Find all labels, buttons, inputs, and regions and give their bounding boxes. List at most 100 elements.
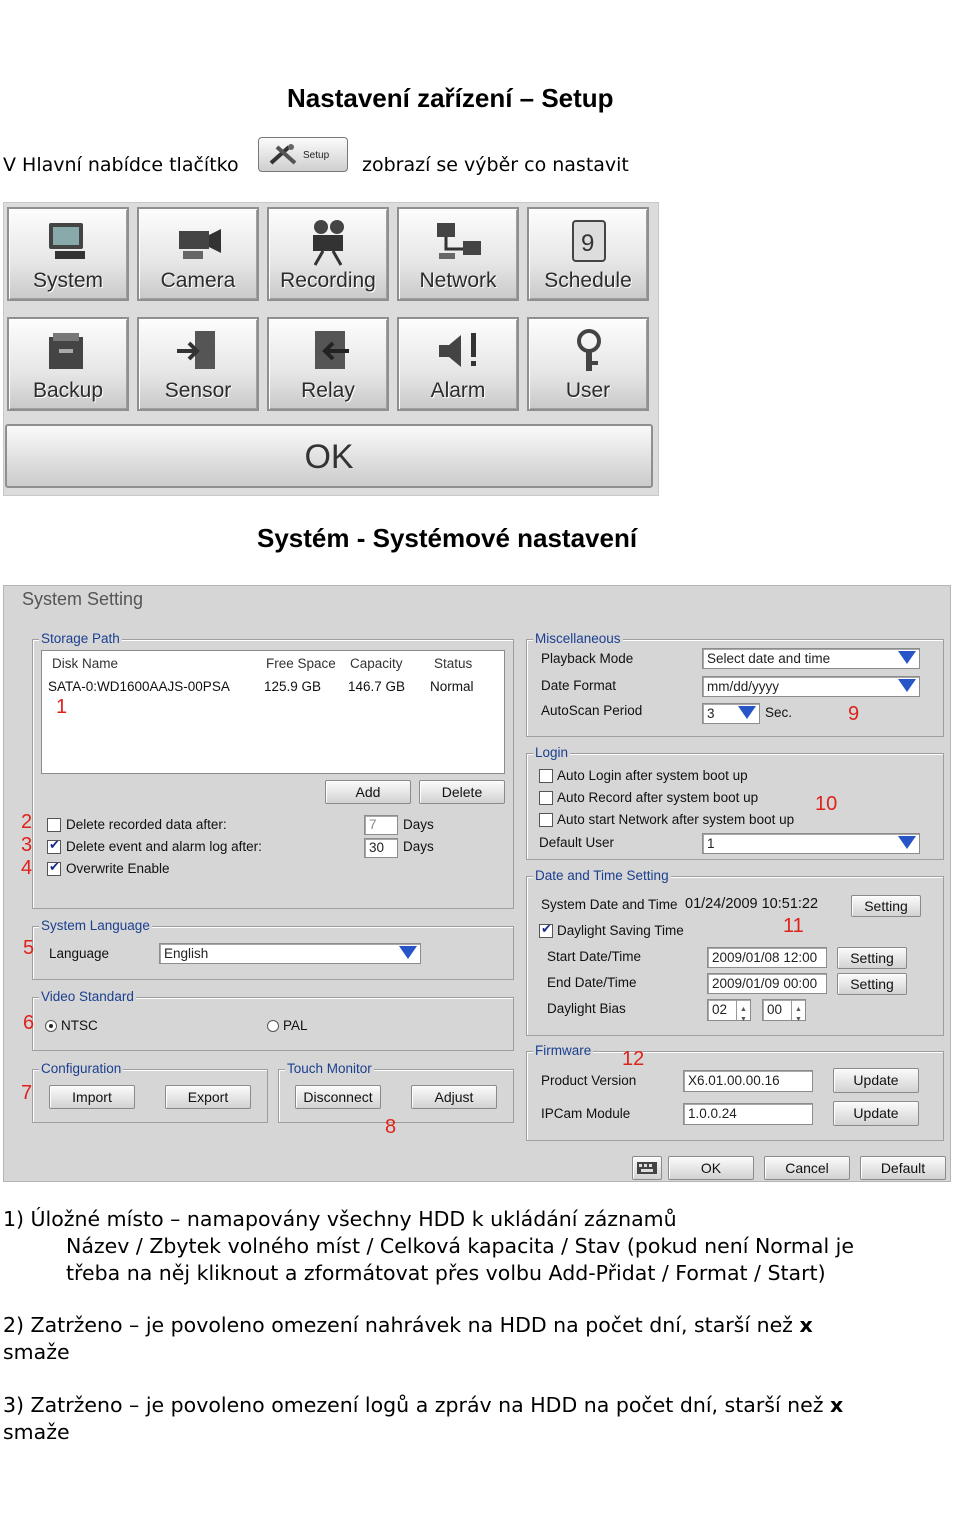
- section-title: Systém - Systémové nastavení: [257, 523, 638, 553]
- menu-tile-label: Backup: [32, 379, 104, 402]
- delete-recorded-days-field[interactable]: 7: [364, 815, 398, 835]
- page-title: Nastavení zařízení – Setup: [287, 83, 614, 113]
- ipcam-update-button[interactable]: Update: [833, 1101, 919, 1126]
- bias-minutes-stepper[interactable]: 00: [762, 999, 806, 1030]
- bias-minutes-value: 00: [767, 1002, 783, 1017]
- network-icon: [437, 223, 481, 259]
- start-date-setting-button[interactable]: Setting: [837, 947, 907, 969]
- default-button[interactable]: Default: [860, 1156, 946, 1180]
- delete-recorded-checkbox[interactable]: [47, 818, 61, 832]
- group-legend: Configuration: [39, 1061, 124, 1076]
- paragraph-2-line-1: 2) Zatrženo – je povoleno omezení nahráv…: [3, 1312, 813, 1339]
- auto-record-checkbox[interactable]: [539, 791, 553, 805]
- auto-network-checkbox[interactable]: [539, 813, 553, 827]
- playback-mode-select[interactable]: Select date and time: [702, 648, 920, 669]
- autoscan-label: AutoScan Period: [541, 703, 643, 718]
- end-date-field[interactable]: 2009/01/09 00:00: [707, 973, 827, 994]
- bias-hours-value: 02: [712, 1002, 728, 1017]
- menu-tile-schedule[interactable]: 9 Schedule: [527, 207, 649, 301]
- chevron-down-icon[interactable]: [898, 679, 916, 692]
- menu-tile-alarm[interactable]: Alarm: [397, 317, 519, 411]
- paragraph-2-text: 2) Zatrženo – je povoleno omezení nahráv…: [3, 1313, 800, 1337]
- chevron-down-icon[interactable]: [399, 946, 417, 959]
- menu-tile-camera[interactable]: Camera: [137, 207, 259, 301]
- firmware-group: Firmware Product Version X6.01.00.00.16 …: [526, 1043, 944, 1141]
- end-date-setting-button[interactable]: Setting: [837, 973, 907, 995]
- marker-9: 9: [848, 703, 860, 725]
- marker-1: 1: [56, 696, 68, 718]
- auto-login-checkbox[interactable]: [539, 769, 553, 783]
- delete-event-days-field[interactable]: 30: [364, 838, 398, 858]
- storage-path-group: Storage Path Disk Name Free Space Capaci…: [32, 631, 514, 909]
- ok-button[interactable]: OK: [668, 1156, 754, 1180]
- days-label: Days: [403, 817, 434, 832]
- ntsc-radio[interactable]: [45, 1020, 57, 1032]
- add-button[interactable]: Add: [325, 780, 411, 804]
- delete-event-checkbox[interactable]: [47, 838, 61, 854]
- menu-tile-relay[interactable]: Relay: [267, 317, 389, 411]
- disk-list[interactable]: Disk Name Free Space Capacity Status SAT…: [41, 650, 505, 774]
- menu-tile-backup[interactable]: Backup: [7, 317, 129, 411]
- autoscan-select[interactable]: 3: [702, 703, 760, 724]
- seconds-label: Sec.: [765, 705, 793, 720]
- days-label: Days: [403, 839, 434, 854]
- date-time-group: Date and Time Setting System Date and Ti…: [526, 868, 944, 1036]
- bias-hours-stepper[interactable]: 02: [707, 999, 751, 1030]
- start-date-field[interactable]: 2009/01/08 12:00: [707, 947, 827, 968]
- default-user-select[interactable]: 1: [702, 833, 920, 854]
- menu-tile-label: Alarm: [430, 379, 486, 402]
- menu-tile-network[interactable]: Network: [397, 207, 519, 301]
- export-button[interactable]: Export: [165, 1085, 251, 1109]
- chevron-down-icon[interactable]: [898, 651, 916, 664]
- delete-button[interactable]: Delete: [419, 780, 505, 804]
- ipcam-module-field: 1.0.0.24: [683, 1103, 813, 1125]
- daylight-saving-checkbox[interactable]: [539, 922, 553, 938]
- chevron-down-icon[interactable]: [738, 706, 756, 719]
- system-setting-window: System Setting Storage Path Disk Name Fr…: [3, 585, 951, 1182]
- pal-radio[interactable]: [267, 1020, 279, 1032]
- cancel-button[interactable]: Cancel: [764, 1156, 850, 1180]
- menu-tile-user[interactable]: User: [527, 317, 649, 411]
- intro-text-before: V Hlavní nabídce tlačítko: [3, 154, 239, 176]
- language-select[interactable]: English: [159, 943, 421, 964]
- menu-tile-recording[interactable]: Recording: [267, 207, 389, 301]
- setup-button[interactable]: Setup: [258, 137, 348, 172]
- menu-tile-label: Sensor: [164, 379, 232, 402]
- paragraph-1-line-3: třeba na něj kliknout a zformátovat přes…: [66, 1261, 826, 1285]
- marker-10: 10: [815, 793, 838, 815]
- stepper-arrows-icon[interactable]: [736, 1000, 750, 1030]
- marker-8: 8: [385, 1116, 397, 1138]
- marker-12: 12: [622, 1048, 645, 1070]
- group-legend: Date and Time Setting: [533, 868, 671, 883]
- menu-tile-system[interactable]: System: [7, 207, 129, 301]
- date-format-label: Date Format: [541, 678, 617, 693]
- product-update-button[interactable]: Update: [833, 1068, 919, 1093]
- menu-tile-sensor[interactable]: Sensor: [137, 317, 259, 411]
- menu-tile-label: Schedule: [544, 269, 632, 292]
- auto-record-label: Auto Record after system boot up: [557, 790, 759, 805]
- disconnect-button[interactable]: Disconnect: [295, 1085, 381, 1109]
- system-date-setting-button[interactable]: Setting: [851, 895, 921, 917]
- keyboard-button[interactable]: [632, 1156, 662, 1180]
- import-button[interactable]: Import: [49, 1085, 135, 1109]
- chevron-down-icon[interactable]: [898, 836, 916, 849]
- computer-icon: [49, 223, 85, 259]
- menu-tile-label: System: [32, 269, 103, 292]
- intro-text-after: zobrazí se výběr co nastavit: [362, 154, 629, 176]
- menu-tile-label: User: [565, 379, 611, 402]
- overwrite-checkbox[interactable]: [47, 860, 61, 876]
- pal-label: PAL: [283, 1018, 308, 1033]
- film-camera-icon: [313, 220, 344, 266]
- menu-tile-label: Relay: [301, 379, 355, 402]
- product-version-field: X6.01.00.00.16: [683, 1070, 813, 1092]
- camera-icon: [179, 229, 221, 259]
- table-row[interactable]: SATA-0:WD1600AAJS-00PSA 125.9 GB 146.7 G…: [42, 677, 504, 699]
- adjust-button[interactable]: Adjust: [411, 1085, 497, 1109]
- menu-tile-label: Camera: [160, 269, 236, 292]
- menu-ok-button[interactable]: OK: [5, 424, 653, 488]
- stepper-arrows-icon[interactable]: [791, 1000, 805, 1030]
- system-date-value: 01/24/2009 10:51:22: [685, 896, 819, 912]
- date-format-select[interactable]: mm/dd/yyyy: [702, 676, 920, 697]
- column-header: Status: [434, 656, 473, 671]
- video-standard-group: Video Standard NTSC PAL: [32, 989, 514, 1051]
